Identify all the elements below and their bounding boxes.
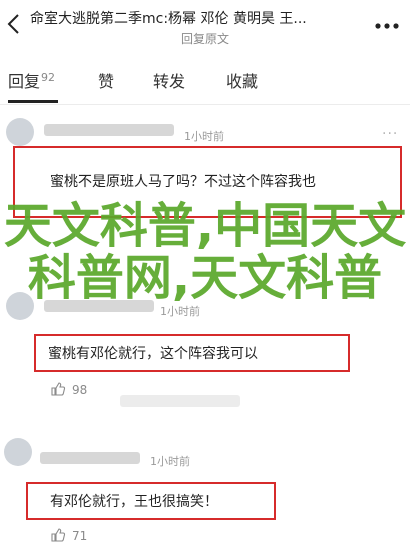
thumb-up-icon: [51, 382, 66, 396]
tab-likes[interactable]: 赞: [98, 68, 114, 92]
username-blurred[interactable]: [44, 124, 174, 136]
tab-replies-label: 回复: [8, 72, 41, 91]
thumb-up-icon: [51, 528, 66, 542]
tab-reposts[interactable]: 转发: [153, 68, 185, 92]
avatar[interactable]: [4, 438, 32, 466]
blurred-reply: [120, 395, 240, 407]
more-icon[interactable]: [374, 16, 400, 36]
view-original-link[interactable]: 回复原文: [0, 30, 410, 47]
like-button[interactable]: 98: [50, 381, 87, 397]
page-title: 命室大逃脱第二季mc:杨幂 邓伦 黄明昊 王...: [30, 11, 307, 27]
comment-text: 有邓伦就行，王也很搞笑！: [50, 494, 218, 510]
avatar[interactable]: [6, 118, 34, 146]
tab-favorites[interactable]: 收藏: [226, 68, 258, 92]
like-button[interactable]: 71: [50, 527, 87, 543]
comment-menu-icon[interactable]: ···: [382, 126, 398, 142]
like-count: 71: [72, 529, 88, 543]
tab-reposts-label: 转发: [153, 72, 186, 91]
tab-replies-count: 92: [41, 70, 56, 84]
comment-text: 蜜桃有邓伦就行，这个阵容我可以: [48, 346, 258, 362]
tab-active-indicator: [8, 100, 58, 103]
username-blurred[interactable]: [40, 452, 140, 464]
watermark: 天文科普,中国天文科普网,天文科普: [3, 198, 407, 306]
comment-time: 1小时前: [184, 130, 224, 143]
comment-time: 1小时前: [150, 455, 190, 468]
like-count: 98: [72, 383, 88, 397]
tab-likes-label: 赞: [98, 72, 115, 91]
tab-favorites-label: 收藏: [226, 72, 259, 91]
header: 命室大逃脱第二季mc:杨幂 邓伦 黄明昊 王... 回复原文: [0, 0, 410, 52]
tab-replies[interactable]: 回复92: [8, 68, 55, 92]
tab-bar: 回复92 赞 转发 收藏: [0, 60, 410, 105]
comment-text: 蜜桃不是原班人马了吗？不过这个阵容我也: [50, 174, 316, 190]
